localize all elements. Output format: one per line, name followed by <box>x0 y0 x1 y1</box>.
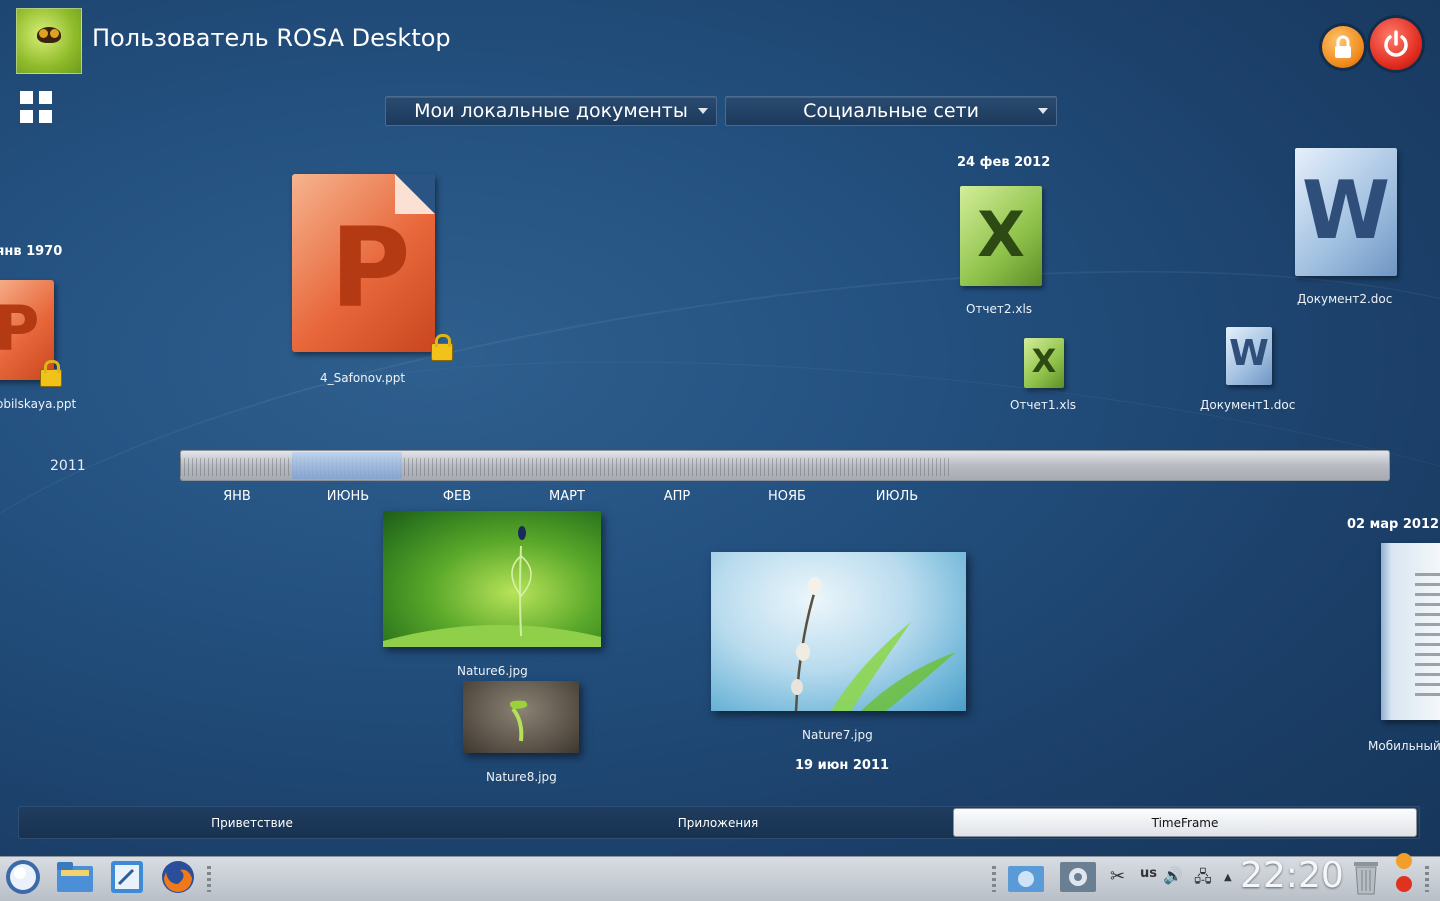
grid-cell <box>20 110 33 123</box>
panel-grip[interactable] <box>207 866 211 892</box>
nature8-thumbnail[interactable] <box>463 681 579 753</box>
timeline-month[interactable]: МАРТ <box>527 489 607 504</box>
doc-file-icon[interactable]: W <box>1226 327 1272 385</box>
panel-grip[interactable] <box>992 866 996 892</box>
grid-cell <box>39 110 52 123</box>
date-label: янв 1970 <box>0 244 63 259</box>
camera-icon <box>1008 866 1044 892</box>
grid-cell <box>39 91 52 104</box>
timeline-month[interactable]: АПР <box>637 489 717 504</box>
butterfly-icon <box>37 27 61 43</box>
file-label[interactable]: Nature6.jpg <box>457 664 528 678</box>
power-mini-icon[interactable] <box>1396 876 1412 892</box>
user-title: Пользователь ROSA Desktop <box>92 24 451 52</box>
xls-file-icon[interactable]: X <box>1024 338 1064 388</box>
lock-mini-icon[interactable] <box>1396 853 1412 869</box>
timeline-month[interactable]: ИЮЛЬ <box>857 489 937 504</box>
timeline-selection[interactable] <box>292 452 402 479</box>
document-preview[interactable] <box>1381 543 1440 720</box>
xls-letter: X <box>1031 342 1057 380</box>
padlock-icon <box>40 360 62 387</box>
text-editor-icon[interactable] <box>107 858 147 896</box>
page-fold <box>395 174 435 214</box>
sprout-image <box>383 526 601 647</box>
file-label[interactable]: Nature7.jpg <box>802 728 873 742</box>
start-menu-icon[interactable] <box>3 858 43 896</box>
tab-welcome[interactable]: Приветствие <box>19 807 485 838</box>
scissors-icon[interactable]: ✂ <box>1110 866 1125 887</box>
timeline-month[interactable]: ЯНВ <box>197 489 277 504</box>
willow-image <box>791 577 956 711</box>
date-label: 19 июн 2011 <box>795 758 890 773</box>
keyboard-layout[interactable]: us <box>1140 866 1157 881</box>
network-icon[interactable]: 🖧 <box>1194 866 1212 893</box>
dropdown-label: Мои локальные документы <box>414 100 688 122</box>
power-button[interactable] <box>1370 18 1422 70</box>
tab-timeframe[interactable]: TimeFrame <box>953 808 1417 837</box>
timeline-year: 2011 <box>50 458 86 474</box>
expand-tray-icon[interactable]: ▲ <box>1224 872 1232 883</box>
clock[interactable]: 22:20 <box>1240 855 1344 896</box>
file-label[interactable]: 4_Safonov.ppt <box>320 371 405 385</box>
user-avatar[interactable] <box>16 8 82 74</box>
gear-icon <box>1060 862 1096 892</box>
panel-grip[interactable] <box>1425 866 1429 892</box>
nature7-thumbnail[interactable] <box>711 552 966 711</box>
doc-letter: W <box>1301 164 1391 257</box>
ppt-file-icon[interactable]: P <box>292 174 435 352</box>
doc-file-icon[interactable]: W <box>1295 148 1397 276</box>
system-settings-icon[interactable] <box>1058 858 1098 896</box>
tab-applications[interactable]: Приложения <box>485 807 951 838</box>
lock-icon <box>1335 35 1351 58</box>
rosa-orb-icon <box>6 860 40 894</box>
date-label: 24 фев 2012 <box>957 155 1051 170</box>
grid-icon[interactable] <box>20 91 52 123</box>
chevron-down-icon <box>1038 108 1048 114</box>
timeline-bar[interactable] <box>180 450 1390 481</box>
chevron-down-icon <box>698 108 708 114</box>
doc-letter: W <box>1229 333 1269 374</box>
nature6-thumbnail[interactable] <box>383 511 601 647</box>
document-lines <box>1415 573 1440 703</box>
file-label[interactable]: Отчет1.xls <box>1010 398 1076 412</box>
trash-icon[interactable] <box>1346 858 1386 896</box>
ppt-letter: P <box>330 204 411 332</box>
file-label[interactable]: Документ1.doc <box>1200 398 1295 412</box>
file-label[interactable]: Мобильный <box>1368 739 1440 753</box>
xls-file-icon[interactable]: X <box>960 186 1042 286</box>
local-documents-dropdown[interactable]: Мои локальные документы <box>385 96 717 126</box>
file-label[interactable]: Документ2.doc <box>1297 292 1392 306</box>
xls-letter: X <box>977 198 1025 271</box>
seedling-image <box>509 700 528 742</box>
padlock-icon <box>431 334 453 361</box>
file-manager-icon[interactable] <box>55 858 95 896</box>
view-tabs: Приветствие Приложения TimeFrame <box>18 806 1420 839</box>
background-swoosh <box>0 183 1440 839</box>
ppt-letter: P <box>0 292 40 365</box>
power-icon <box>1384 30 1408 57</box>
volume-icon[interactable]: 🔊 <box>1163 866 1183 885</box>
dropdown-label: Социальные сети <box>803 100 979 122</box>
file-label[interactable]: obilskaya.ppt <box>0 397 76 411</box>
file-label[interactable]: Отчет2.xls <box>966 302 1032 316</box>
timeline-month[interactable]: ИЮНЬ <box>308 489 388 504</box>
timeline-month[interactable]: ФЕВ <box>417 489 497 504</box>
notepad-icon <box>111 861 143 893</box>
screenshot-icon[interactable] <box>1006 858 1046 896</box>
firefox-icon[interactable] <box>158 858 198 896</box>
browser-icon <box>162 861 194 893</box>
social-networks-dropdown[interactable]: Социальные сети <box>725 96 1057 126</box>
timeline-month[interactable]: НОЯБ <box>747 489 827 504</box>
grid-cell <box>20 91 33 104</box>
lock-screen-button[interactable] <box>1322 26 1364 68</box>
file-label[interactable]: Nature8.jpg <box>486 770 557 784</box>
date-label: 02 мар 2012 <box>1347 517 1440 532</box>
trash-can-icon <box>1354 862 1378 895</box>
folder-icon <box>57 862 93 892</box>
